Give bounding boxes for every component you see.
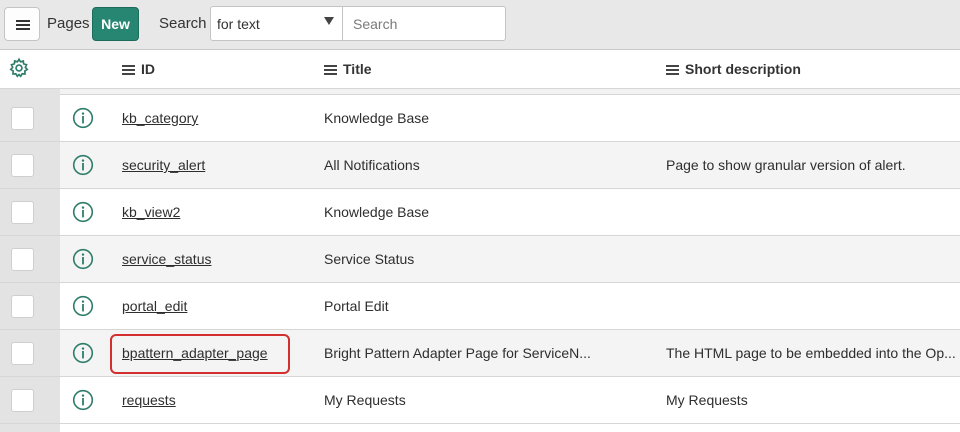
title-cell: All Notifications: [324, 157, 420, 173]
column-header-short-description[interactable]: Short description: [666, 61, 801, 77]
table-row: kb_category Knowledge Base: [0, 95, 960, 142]
new-button[interactable]: New: [92, 7, 139, 41]
list-title: Pages: [47, 15, 90, 32]
info-circle-icon[interactable]: [72, 248, 94, 270]
short-description-cell: Page to show granular version of alert.: [666, 157, 906, 173]
short-description-cell: My Requests: [666, 392, 748, 408]
search-field-select[interactable]: for text: [210, 6, 343, 41]
table-row-partial: [0, 424, 960, 432]
short-description-cell: The HTML page to be embedded into the Op…: [666, 345, 956, 361]
table-row: portal_edit Portal Edit: [0, 283, 960, 330]
record-id-link[interactable]: bpattern_adapter_page: [122, 345, 268, 361]
hamburger-icon: [16, 20, 30, 22]
record-id-link[interactable]: portal_edit: [122, 298, 187, 314]
table-row: requests My Requests My Requests: [0, 377, 960, 424]
row-checkbox[interactable]: [11, 248, 34, 271]
table-row: kb_view2 Knowledge Base: [0, 189, 960, 236]
search-label: Search: [159, 15, 207, 32]
column-header-id-label: ID: [141, 61, 155, 77]
column-header-title-label: Title: [343, 61, 372, 77]
row-checkbox[interactable]: [11, 342, 34, 365]
row-checkbox[interactable]: [11, 389, 34, 412]
info-circle-icon[interactable]: [72, 154, 94, 176]
title-cell: Knowledge Base: [324, 204, 430, 220]
table-row: bpattern_adapter_page Bright Pattern Ada…: [0, 330, 960, 377]
table-row: service_status Service Status: [0, 236, 960, 283]
title-cell: Bright Pattern Adapter Page for ServiceN…: [324, 345, 591, 361]
info-circle-icon[interactable]: [72, 389, 94, 411]
info-circle-icon[interactable]: [72, 342, 94, 364]
table-header: ID Title Short description: [0, 50, 960, 89]
search-input[interactable]: [342, 6, 506, 41]
info-circle-icon[interactable]: [72, 295, 94, 317]
title-cell: Knowledge Base: [324, 110, 430, 126]
column-menu-icon[interactable]: [666, 65, 679, 67]
title-cell: My Requests: [324, 392, 406, 408]
title-cell: Service Status: [324, 251, 415, 267]
record-id-link[interactable]: security_alert: [122, 157, 205, 173]
row-checkbox[interactable]: [11, 154, 34, 177]
info-circle-icon[interactable]: [72, 107, 94, 129]
caret-down-icon: [324, 17, 334, 25]
column-menu-icon[interactable]: [324, 65, 337, 67]
info-circle-icon[interactable]: [72, 201, 94, 223]
row-gutter: [0, 424, 60, 432]
row-checkbox[interactable]: [11, 295, 34, 318]
table-row: security_alert All Notifications Page to…: [0, 142, 960, 189]
column-header-id[interactable]: ID: [122, 61, 155, 77]
column-menu-icon[interactable]: [122, 65, 135, 67]
context-menu-button[interactable]: [4, 7, 40, 41]
row-checkbox[interactable]: [11, 201, 34, 224]
list-toolbar: Pages New Search for text: [0, 0, 960, 50]
record-id-link[interactable]: service_status: [122, 251, 211, 267]
gear-icon[interactable]: [8, 57, 30, 79]
column-header-short-description-label: Short description: [685, 61, 801, 77]
record-id-link[interactable]: requests: [122, 392, 176, 408]
record-id-link[interactable]: kb_view2: [122, 204, 180, 220]
record-id-link[interactable]: kb_category: [122, 110, 198, 126]
column-header-title[interactable]: Title: [324, 61, 372, 77]
row-checkbox[interactable]: [11, 107, 34, 130]
search-field-value: for text: [217, 16, 260, 32]
title-cell: Portal Edit: [324, 298, 389, 314]
